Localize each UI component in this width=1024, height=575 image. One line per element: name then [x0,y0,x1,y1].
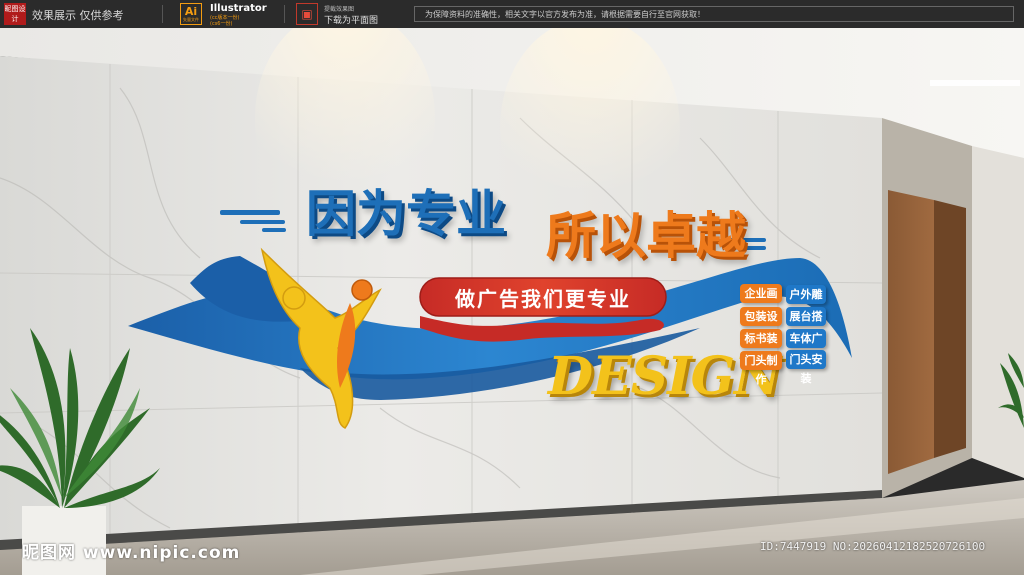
figure-head [282,286,306,310]
door-panel [934,200,966,458]
image-icon: ▣ [296,3,318,25]
illustrator-icon-caption: 矢量文件 [183,17,199,22]
figure-head-orange [351,279,373,301]
lobby-scene: 因为专业 所以卓越 做广告我们更专业 DESIGN 企业画册 包装设计 标书装订… [0,28,1024,575]
service-tag: 门头制作 [740,351,782,386]
slogan-text: 做广告我们更专业 [455,287,631,311]
headline-right: 所以卓越 [546,207,746,265]
top-banner: 昵图设计 效果展示 仅供参考 Ai 矢量文件 Illustrator (cc版本… [0,0,1024,28]
nipic-logo: 昵图设计 [4,3,26,25]
service-tag: 包装设计 [740,307,782,342]
headline-left: 因为专业 [306,185,506,243]
version-line-2: (cs6一份) [210,21,233,27]
id-watermark: ID:7447919 NO:20260412182520726100 [760,540,986,553]
wooden-door [888,190,934,474]
service-tag: 车体广告 [786,329,826,364]
banner-divider [284,5,285,23]
ceiling-light [930,80,1020,86]
image-caption: 下载为平面图 [324,16,379,26]
notice-box: 为保障资料的准确性，相关文字以官方发布为准，请根据需要自行至官网获取！ [414,6,1014,22]
service-tag: 展台搭建 [786,307,826,342]
corridor-wall [972,146,1024,478]
software-versions: (cc版本一份) (cs6一份) [210,15,239,27]
service-tag: 企业画册 [740,284,782,319]
site-watermark: 昵图网 www.nipic.com [22,543,241,563]
banner-divider [162,5,163,23]
image-caption-small: 提截效果图 [324,6,355,13]
service-tag: 户外雕塑 [786,285,826,320]
service-tag: 标书装订 [740,329,782,364]
software-name: Illustrator [210,3,267,14]
service-tag: 门头安装 [786,350,826,385]
preview-tag: 效果展示 仅供参考 [32,9,124,22]
